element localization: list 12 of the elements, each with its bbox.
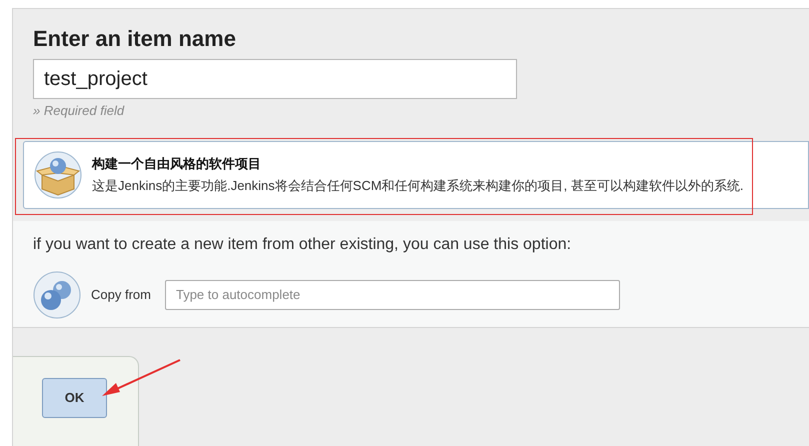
copy-from-field[interactable]: Type to autocomplete bbox=[164, 280, 620, 310]
required-note: » Required field bbox=[33, 102, 126, 120]
item-name-field[interactable]: test_project bbox=[33, 59, 517, 99]
item-type-option[interactable]: 构建一个自由风格的软件项目 这是Jenkins的主要功能.Jenkins将会结合任何SCM和任何构建系统来构建你的项目, 甚至可以构建软件以外的系统. bbox=[23, 140, 809, 208]
heading: Enter an item name bbox=[33, 25, 237, 53]
item-type-description: 这是Jenkins的主要功能.Jenkins将会结合任何SCM和任何构建系统来构建你的项目, 甚至可以构建软件以外的系统. bbox=[92, 177, 744, 195]
copy-from-label: Copy from bbox=[91, 286, 151, 304]
spheres-icon bbox=[33, 270, 81, 318]
item-type-title: 构建一个自由风格的软件项目 bbox=[92, 154, 262, 172]
package-icon bbox=[34, 150, 82, 198]
copy-hint: if you want to create a new item from other existing, you can use this option: bbox=[33, 234, 572, 254]
ok-button[interactable]: OK bbox=[42, 378, 107, 418]
